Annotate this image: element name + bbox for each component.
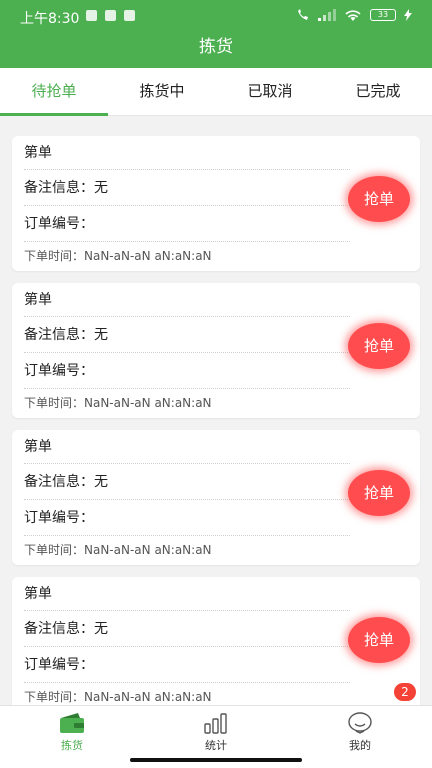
app-notification-icon — [86, 10, 97, 21]
signal-icon — [318, 9, 336, 21]
grab-order-button[interactable]: 抢单 — [348, 470, 410, 516]
order-remark: 备注信息：无 — [24, 611, 350, 647]
order-card: 第单 备注信息：无 订单编号： 下单时间：NaN-aN-aN aN:aN:aN … — [12, 283, 420, 418]
order-remark: 备注信息：无 — [24, 317, 350, 353]
order-number: 订单编号： — [24, 500, 350, 536]
notification-icons — [86, 10, 135, 21]
order-remark: 备注信息：无 — [24, 464, 350, 500]
charging-icon — [404, 9, 412, 21]
tab-completed[interactable]: 已完成 — [324, 68, 432, 115]
nav-stats-label: 统计 — [205, 739, 227, 752]
order-remark: 备注信息：无 — [24, 170, 350, 206]
mail-notification-icon — [105, 10, 116, 21]
order-number: 订单编号： — [24, 647, 350, 683]
page-title: 拣货 — [0, 32, 432, 68]
bottom-nav: 拣货 统计 我的 — [0, 705, 432, 768]
grab-order-button[interactable]: 抢单 — [348, 176, 410, 222]
order-time: 下单时间：NaN-aN-aN aN:aN:aN — [24, 690, 212, 704]
nav-picking[interactable]: 拣货 — [0, 706, 144, 768]
order-header: 第单 — [24, 430, 350, 464]
order-time: 下单时间：NaN-aN-aN aN:aN:aN — [24, 543, 212, 557]
status-bar: 上午8:30 33 — [0, 0, 432, 32]
status-time: 上午8:30 — [20, 11, 80, 27]
order-header: 第单 — [24, 283, 350, 317]
nav-mine[interactable]: 我的 — [288, 706, 432, 768]
grab-order-button[interactable]: 抢单 — [348, 323, 410, 369]
order-card: 第单 备注信息：无 订单编号： 下单时间：NaN-aN-aN aN:aN:aN … — [12, 430, 420, 565]
bar-chart-icon — [204, 713, 227, 734]
tab-bar: 待抢单 拣货中 已取消 已完成 — [0, 68, 432, 116]
tab-pending[interactable]: 待抢单 — [0, 68, 108, 116]
order-time: 下单时间：NaN-aN-aN aN:aN:aN — [24, 249, 212, 263]
wallet-icon — [60, 713, 84, 733]
battery-icon: 33 — [370, 9, 396, 21]
tab-picking[interactable]: 拣货中 — [108, 68, 216, 115]
system-icons: 33 — [296, 8, 412, 22]
order-time: 下单时间：NaN-aN-aN aN:aN:aN — [24, 396, 212, 410]
nav-picking-label: 拣货 — [61, 739, 83, 752]
order-header: 第单 — [24, 577, 350, 611]
nav-mine-label: 我的 — [349, 739, 371, 752]
order-header: 第单 — [24, 136, 350, 170]
order-list[interactable]: 第单 备注信息：无 订单编号： 下单时间：NaN-aN-aN aN:aN:aN … — [0, 122, 432, 705]
grab-order-button[interactable]: 抢单 — [348, 617, 410, 663]
video-notification-icon — [124, 10, 135, 21]
wifi-icon — [345, 9, 361, 21]
tab-cancelled[interactable]: 已取消 — [216, 68, 324, 115]
home-indicator[interactable] — [130, 758, 302, 762]
order-number: 订单编号： — [24, 353, 350, 389]
face-icon — [348, 712, 372, 734]
unread-badge[interactable]: 2 — [394, 683, 416, 701]
order-number: 订单编号： — [24, 206, 350, 242]
order-card: 第单 备注信息：无 订单编号： 下单时间：NaN-aN-aN aN:aN:aN … — [12, 136, 420, 271]
call-icon — [298, 9, 308, 20]
order-card: 第单 备注信息：无 订单编号： 下单时间：NaN-aN-aN aN:aN:aN … — [12, 577, 420, 705]
